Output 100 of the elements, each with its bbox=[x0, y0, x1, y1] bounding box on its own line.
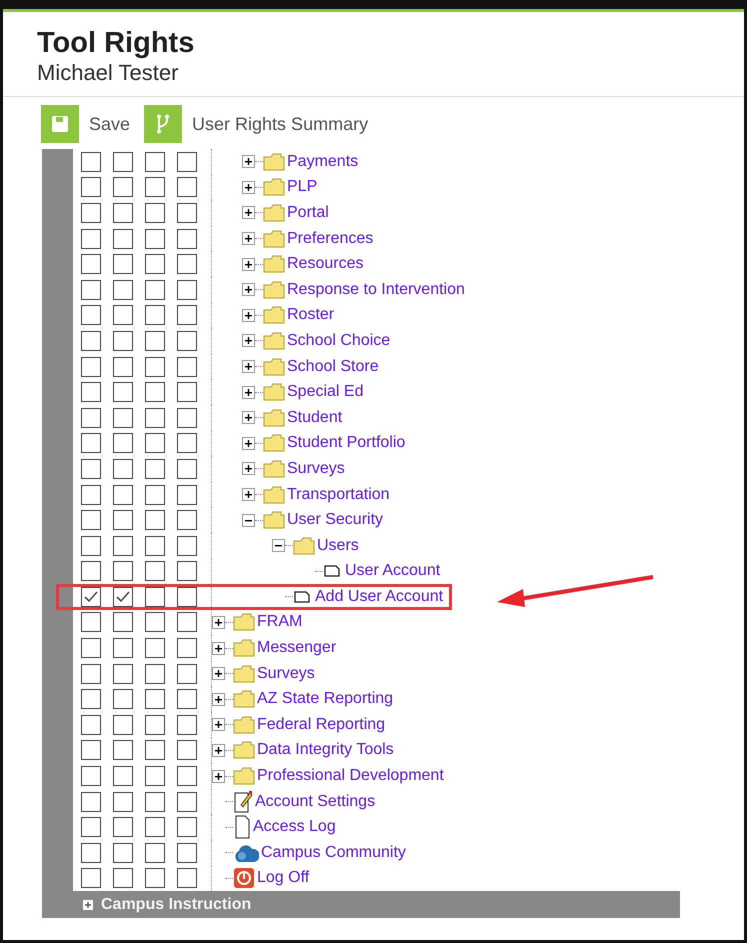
tree-link[interactable]: Portal bbox=[287, 204, 329, 222]
checkbox[interactable] bbox=[145, 356, 165, 377]
checkbox[interactable] bbox=[177, 202, 197, 223]
checkbox[interactable] bbox=[177, 510, 197, 530]
checkbox[interactable] bbox=[81, 842, 101, 863]
checkbox[interactable] bbox=[177, 484, 197, 505]
checkbox[interactable] bbox=[177, 228, 197, 249]
checkbox[interactable] bbox=[81, 766, 101, 786]
checkbox[interactable] bbox=[113, 510, 133, 530]
checkbox[interactable] bbox=[145, 510, 165, 530]
tree-link[interactable]: Messenger bbox=[257, 639, 336, 658]
tree-link[interactable]: AZ State Reporting bbox=[257, 690, 394, 708]
checkbox[interactable] bbox=[145, 689, 165, 710]
checkbox[interactable] bbox=[81, 280, 101, 300]
checkbox[interactable] bbox=[145, 280, 165, 300]
checkbox[interactable] bbox=[113, 842, 133, 863]
checkbox[interactable] bbox=[145, 228, 165, 249]
tree-link[interactable]: Add User Account bbox=[315, 588, 444, 606]
checkbox[interactable] bbox=[145, 254, 165, 274]
checkbox[interactable] bbox=[145, 305, 165, 326]
checkbox[interactable] bbox=[113, 254, 133, 274]
tree-link[interactable]: Response to Intervention bbox=[287, 280, 465, 299]
checkbox[interactable] bbox=[177, 842, 197, 863]
tree-link[interactable]: Federal Reporting bbox=[257, 716, 386, 734]
checkbox[interactable] bbox=[113, 305, 133, 326]
checkbox[interactable] bbox=[145, 330, 165, 351]
checkbox[interactable] bbox=[81, 638, 101, 658]
checkbox[interactable] bbox=[177, 817, 197, 838]
tree-link[interactable]: School Store bbox=[287, 358, 379, 376]
checkbox[interactable] bbox=[145, 792, 165, 812]
checkbox[interactable] bbox=[81, 586, 101, 607]
summary-button[interactable]: User Rights Summary bbox=[144, 105, 368, 143]
checkbox[interactable] bbox=[145, 458, 165, 479]
checkbox[interactable] bbox=[113, 689, 133, 710]
checkbox[interactable] bbox=[177, 536, 197, 556]
expander-icon[interactable] bbox=[242, 488, 255, 502]
checkbox[interactable] bbox=[177, 458, 197, 479]
checkbox[interactable] bbox=[81, 330, 101, 351]
checkbox[interactable] bbox=[113, 280, 133, 300]
expander-icon[interactable] bbox=[212, 616, 225, 629]
checkbox[interactable] bbox=[81, 254, 101, 274]
checkbox[interactable] bbox=[177, 868, 197, 888]
checkbox[interactable] bbox=[113, 408, 133, 428]
tree-link[interactable]: Resources bbox=[287, 255, 364, 274]
tree-link[interactable]: Student bbox=[287, 408, 342, 427]
expand-icon[interactable] bbox=[83, 900, 93, 910]
checkbox[interactable] bbox=[113, 177, 133, 198]
checkbox[interactable] bbox=[177, 714, 197, 735]
checkbox[interactable] bbox=[177, 586, 197, 607]
checkbox[interactable] bbox=[177, 408, 197, 428]
checkbox[interactable] bbox=[177, 356, 197, 377]
tree-link[interactable]: Roster bbox=[287, 306, 334, 324]
expander-icon[interactable] bbox=[242, 411, 255, 424]
expander-icon[interactable] bbox=[242, 155, 255, 168]
checkbox[interactable] bbox=[81, 510, 101, 530]
checkbox[interactable] bbox=[177, 740, 197, 760]
checkbox[interactable] bbox=[145, 561, 165, 582]
tree-link[interactable]: Preferences bbox=[287, 230, 374, 248]
checkbox[interactable] bbox=[113, 664, 133, 684]
checkbox[interactable] bbox=[145, 586, 165, 607]
checkbox[interactable] bbox=[145, 536, 165, 556]
expander-icon[interactable] bbox=[242, 514, 255, 527]
expander-icon[interactable] bbox=[272, 539, 285, 552]
checkbox[interactable] bbox=[177, 792, 197, 812]
checkbox[interactable] bbox=[81, 458, 101, 479]
checkbox[interactable] bbox=[81, 356, 101, 377]
expander-icon[interactable] bbox=[212, 692, 225, 706]
checkbox[interactable] bbox=[177, 330, 197, 351]
expander-icon[interactable] bbox=[212, 642, 225, 655]
checkbox[interactable] bbox=[113, 586, 133, 607]
tree-link[interactable]: School Choice bbox=[287, 332, 390, 350]
checkbox[interactable] bbox=[113, 766, 133, 786]
tree-link[interactable]: PLP bbox=[287, 178, 318, 196]
checkbox[interactable] bbox=[81, 664, 101, 684]
expander-icon[interactable] bbox=[242, 180, 255, 194]
checkbox[interactable] bbox=[177, 561, 197, 582]
checkbox[interactable] bbox=[81, 177, 101, 198]
checkbox[interactable] bbox=[177, 766, 197, 786]
checkbox[interactable] bbox=[177, 152, 197, 172]
checkbox[interactable] bbox=[113, 868, 133, 888]
checkbox[interactable] bbox=[113, 792, 133, 812]
checkbox[interactable] bbox=[177, 280, 197, 300]
tree-link[interactable]: Campus Community bbox=[261, 844, 406, 862]
expander-icon[interactable] bbox=[212, 744, 225, 757]
checkbox[interactable] bbox=[145, 408, 165, 428]
checkbox[interactable] bbox=[145, 177, 165, 198]
tree-link[interactable]: User Account bbox=[345, 562, 440, 580]
expander-icon[interactable] bbox=[242, 258, 255, 271]
expander-icon[interactable] bbox=[242, 308, 255, 322]
checkbox[interactable] bbox=[177, 638, 197, 658]
checkbox[interactable] bbox=[177, 433, 197, 454]
tree-link[interactable]: Surveys bbox=[257, 664, 315, 683]
checkbox[interactable] bbox=[113, 740, 133, 760]
checkbox[interactable] bbox=[81, 817, 101, 838]
checkbox[interactable] bbox=[113, 536, 133, 556]
checkbox[interactable] bbox=[145, 766, 165, 786]
checkbox[interactable] bbox=[113, 330, 133, 351]
checkbox[interactable] bbox=[145, 382, 165, 402]
checkbox[interactable] bbox=[81, 792, 101, 812]
checkbox[interactable] bbox=[177, 254, 197, 274]
